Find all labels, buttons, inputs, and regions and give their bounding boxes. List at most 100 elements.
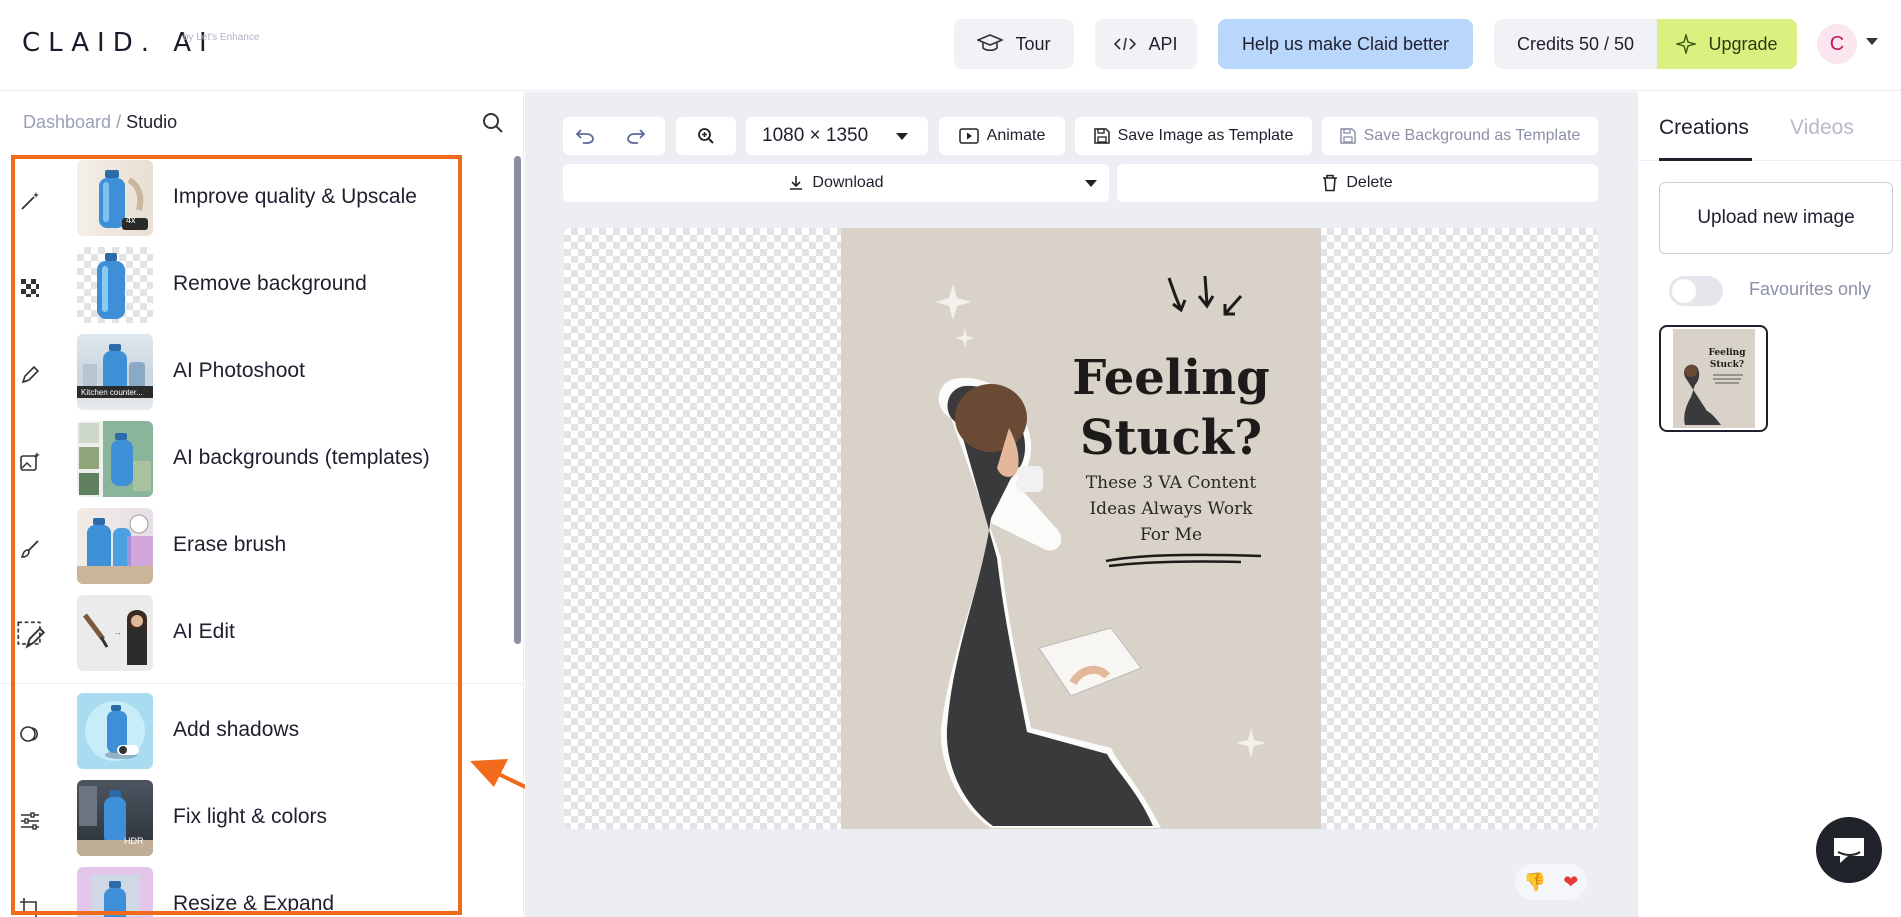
upload-new-image-button[interactable]: Upload new image	[1659, 182, 1893, 254]
active-tab-indicator	[1659, 158, 1752, 161]
tour-button[interactable]: Tour	[954, 19, 1074, 69]
creation-thumbnail[interactable]: Feeling Stuck?	[1659, 325, 1768, 432]
favourites-label: Favourites only	[1749, 279, 1872, 299]
tool-label: AI Photoshoot	[173, 359, 305, 382]
logo-subtitle: by Let's Enhance	[183, 32, 260, 43]
redo-icon[interactable]	[626, 127, 646, 145]
undo-icon[interactable]	[575, 127, 595, 145]
svg-text:Stuck?: Stuck?	[1710, 360, 1744, 370]
chevron-down-icon	[896, 133, 908, 140]
tool-improve-quality[interactable]: 4x Improve quality & Upscale	[0, 160, 510, 240]
favourites-toggle[interactable]	[1669, 276, 1723, 306]
brush-icon	[20, 540, 39, 558]
tool-label: AI backgrounds (templates)	[173, 446, 430, 469]
tool-label: Resize & Expand	[173, 892, 335, 915]
tool-add-shadows[interactable]: Add shadows	[0, 693, 510, 773]
help-feedback-button[interactable]: Help us make Claid better	[1218, 19, 1473, 69]
thumbs-down-icon[interactable]: 👎	[1524, 872, 1546, 893]
search-icon[interactable]	[482, 112, 504, 139]
download-button[interactable]: Download	[563, 164, 1109, 202]
svg-text:Feeling: Feeling	[1708, 348, 1746, 358]
api-label: API	[1148, 33, 1178, 54]
credits-display: Credits 50 / 50	[1494, 19, 1657, 69]
shadow-icon	[20, 726, 39, 742]
delete-button[interactable]: Delete	[1117, 164, 1598, 202]
undo-redo-group	[563, 117, 665, 155]
pen-sparkle-icon	[21, 365, 40, 384]
tool-erase-brush[interactable]: Erase brush	[0, 508, 510, 588]
tool-label: Add shadows	[173, 718, 300, 741]
tool-label: Improve quality & Upscale	[173, 185, 417, 208]
save-background-template-button[interactable]: Save Background as Template	[1322, 117, 1598, 155]
size-value: 1080 × 1350	[762, 125, 869, 146]
chevron-down-icon[interactable]	[1866, 38, 1878, 45]
chat-support-button[interactable]	[1816, 817, 1882, 883]
size-select[interactable]: 1080 × 1350	[746, 117, 928, 155]
save-image-template-button[interactable]: Save Image as Template	[1075, 117, 1312, 155]
toggle-knob	[1672, 279, 1696, 303]
tool-badge: Kitchen counter...	[81, 388, 143, 397]
tool-ai-backgrounds[interactable]: AI backgrounds (templates)	[0, 421, 510, 501]
upgrade-button[interactable]: Upgrade	[1657, 19, 1797, 69]
chat-bubble-icon	[1834, 838, 1864, 863]
tool-thumbnail: →	[77, 595, 153, 671]
chevron-down-icon[interactable]	[1085, 180, 1097, 187]
delete-label: Delete	[1346, 174, 1393, 191]
save-icon	[1339, 128, 1356, 144]
tool-label: Remove background	[173, 272, 367, 295]
breadcrumb: Dashboard / Studio	[23, 112, 177, 133]
tool-remove-background[interactable]: Remove background	[0, 247, 510, 327]
tools-divider	[0, 683, 523, 684]
heart-icon[interactable]: ❤	[1563, 872, 1578, 893]
tool-fix-light-colors[interactable]: HDR Fix light & colors	[0, 780, 510, 860]
select-pen-icon	[17, 621, 45, 649]
trash-icon	[1323, 174, 1338, 192]
upgrade-label: Upgrade	[1708, 33, 1778, 54]
graduation-cap-icon	[977, 34, 1004, 52]
tool-badge: 4x	[126, 215, 136, 225]
image-canvas[interactable]: Feeling Stuck? These 3 VA Content Ideas …	[564, 228, 1598, 829]
tool-thumbnail	[77, 867, 153, 917]
tool-label: Fix light & colors	[173, 805, 328, 828]
tool-ai-photoshoot[interactable]: Kitchen counter... AI Photoshoot	[0, 334, 510, 414]
sidebar-scrollbar[interactable]	[514, 156, 521, 644]
creations-panel: Creations Videos Upload new image Favour…	[1639, 92, 1901, 917]
poster-image: Feeling Stuck? These 3 VA Content Ideas …	[841, 228, 1321, 829]
animate-label: Animate	[986, 127, 1046, 144]
svg-text:→: →	[113, 627, 122, 637]
tab-creations[interactable]: Creations	[1659, 116, 1749, 140]
tools-sidebar: Dashboard / Studio 4x Improve quality & …	[0, 92, 524, 917]
crop-icon	[20, 898, 40, 917]
avatar[interactable]: C	[1817, 24, 1857, 64]
zoom-in-icon	[698, 128, 714, 144]
tour-label: Tour	[1015, 33, 1051, 54]
tool-label: AI Edit	[173, 620, 235, 643]
magic-wand-icon	[21, 192, 39, 210]
tool-thumbnail	[77, 334, 153, 410]
tab-videos[interactable]: Videos	[1790, 116, 1854, 140]
top-header: CLAID. AI by Let's Enhance Tour API Help…	[0, 0, 1901, 91]
tool-ai-edit[interactable]: → AI Edit	[0, 595, 510, 675]
breadcrumb-dashboard[interactable]: Dashboard	[23, 112, 111, 132]
save-template-label: Save Image as Template	[1117, 127, 1294, 144]
tool-thumbnail	[77, 508, 153, 584]
download-icon	[790, 176, 803, 190]
animate-button[interactable]: Animate	[939, 117, 1065, 155]
tool-badge: HDR	[124, 836, 144, 846]
tool-thumbnail	[77, 693, 153, 769]
feedback-buttons: 👎 ❤	[1515, 864, 1587, 900]
tool-thumbnail	[77, 247, 153, 323]
api-button[interactable]: API	[1095, 19, 1197, 69]
zoom-button[interactable]	[676, 117, 736, 155]
editor-canvas-area: 1080 × 1350 Animate Save Image as Templa…	[525, 92, 1638, 917]
save-background-label: Save Background as Template	[1363, 127, 1581, 144]
poster-subtitle: These 3 VA Content Ideas Always Work For…	[1085, 473, 1257, 545]
sliders-icon	[21, 812, 39, 830]
checker-icon	[21, 279, 39, 297]
tool-thumbnail	[77, 421, 153, 497]
poster-title: Feeling Stuck?	[1072, 350, 1270, 466]
tool-label: Erase brush	[173, 533, 287, 556]
image-sparkle-icon	[20, 452, 40, 471]
save-icon	[1093, 128, 1110, 144]
tool-resize-expand[interactable]: Resize & Expand	[0, 867, 510, 917]
